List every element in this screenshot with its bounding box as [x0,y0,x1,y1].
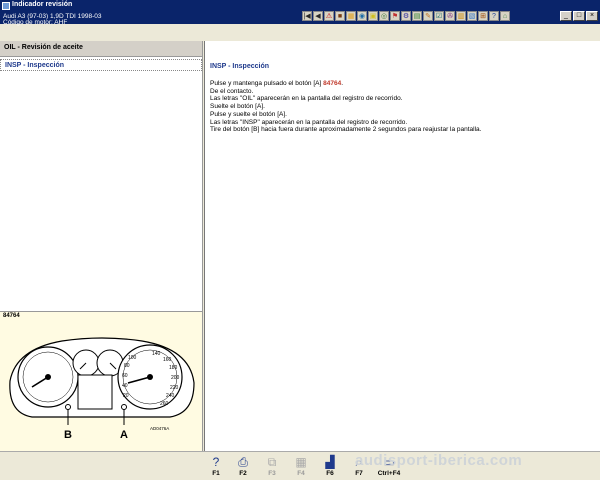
window-controls: _ □ × [560,11,598,21]
dial-label: 40 [122,383,128,389]
toolbar-button-11[interactable]: ▤ [412,11,422,21]
maximize-button[interactable]: □ [573,11,585,21]
figure-reference-link[interactable]: 84764 [323,80,341,87]
toolbar-button-7[interactable]: ▣ [368,11,378,21]
watermark: audisport-iberica.com [355,452,523,469]
toolbar-button-8[interactable]: ◎ [379,11,389,21]
instruction-line: Pulse y suelte el botón [A]. [210,110,287,118]
fkey-label: F4 [297,470,305,477]
toolbar-button-18[interactable]: ? [489,11,499,21]
toolbar-button-3[interactable]: ⚠ [324,11,334,21]
toolbar-button-12[interactable]: ✎ [423,11,433,21]
figure-code: AD0476A [150,426,169,431]
title-bar: Indicador revisión Audi A3 (97-03) 1,9D … [0,0,600,26]
instruction-line: Las letras "OIL" aparecerán en la pantal… [210,95,403,103]
fkey-label: F3 [268,470,276,477]
instruction-text-end: . [341,80,343,87]
instruction-line: Pulse y mantenga pulsado el botón [A] 84… [210,80,595,88]
instruction-line: Tire del botón [B] hacia fuera durante a… [210,126,482,134]
toolbar-button-19[interactable]: ⌂ [500,11,510,21]
toolbar-button-9[interactable]: ⚑ [390,11,400,21]
instruction-line: Suelte el botón [A]. [210,103,265,111]
graph-icon: ▟ [325,455,335,469]
instruction-text: Pulse y mantenga pulsado el botón [A] [210,80,324,87]
instrument-cluster-illustration: 100 80 60 40 20 140 160 180 200 220 240 … [9,337,195,441]
instruction-line: Las letras "INSP" aparecerán en la panta… [210,118,408,126]
toolbar-button-13[interactable]: ☑ [434,11,444,21]
button-a-label: A [120,429,128,441]
dial-label: 240 [166,393,175,399]
fkey-label: F6 [326,470,334,477]
illustration-reference: 84764 [3,313,20,319]
fkey-label: F7 [355,470,363,477]
fkey-f6[interactable]: ▟ F6 [317,454,343,480]
navigation-panel: OIL - Revisión de aceite INSP - Inspecci… [0,41,203,311]
copy-icon: ⧉ [267,454,277,469]
toolbar-button-5[interactable]: ▦ [346,11,356,21]
help-icon: ? [212,455,220,469]
toolbar-button-2[interactable]: ◀ [313,11,323,21]
toolbar-button-15[interactable]: ▥ [456,11,466,21]
dial-label: 200 [171,375,180,381]
section-header-oil[interactable]: OIL - Revisión de aceite [0,41,202,57]
dial-label: 60 [122,373,128,379]
fkey-f4[interactable]: ▦ F4 [288,454,314,480]
dial-label: 140 [152,351,161,357]
toolbar-button-4[interactable]: ■ [335,11,345,21]
window-title: Indicador revisión [12,1,73,8]
engine-code: Código de motor: AHF [3,19,68,26]
grid-icon: ▦ [295,455,307,469]
content-title: INSP - Inspección [210,63,269,70]
dial-label: 100 [128,355,137,361]
minimize-button[interactable]: _ [560,11,572,21]
print-icon: ⎙ [238,454,248,469]
fkey-label: F2 [239,470,247,477]
dial-label: 160 [163,357,172,363]
fkey-label: Ctrl+F4 [377,470,401,477]
dial-label: 180 [169,365,178,371]
dial-label: 260 [160,401,169,407]
instruction-line: De el contacto. [210,87,254,95]
close-button[interactable]: × [586,11,598,21]
dial-label: 220 [170,385,179,391]
list-item-insp[interactable]: INSP - Inspección [0,59,202,71]
toolbar-button-17[interactable]: ⊞ [478,11,488,21]
app-icon [2,2,10,10]
toolbar: |◀ ◀ ⚠ ■ ▦ ◉ ▣ ◎ ⚑ ⚙ ▤ ✎ ☑ ✇ ▥ ▧ ⊞? ⌂ [302,11,510,21]
button-b-label: B [64,429,72,441]
toolbar-button-16[interactable]: ▧ [467,11,477,21]
illustration-panel: 84764 100 80 60 40 20 140 160 180 200 22… [0,311,203,451]
content-panel: INSP - Inspección Pulse y mantenga pulsa… [204,41,600,451]
dial-label: 20 [123,393,129,399]
toolbar-button-1[interactable]: |◀ [302,11,312,21]
fkey-f1[interactable]: ? F1 [203,454,229,480]
dial-label: 80 [124,363,130,369]
fkey-label: F1 [212,470,220,477]
toolbar-button-10[interactable]: ⚙ [401,11,411,21]
toolbar-button-14[interactable]: ✇ [445,11,455,21]
toolbar-button-6[interactable]: ◉ [357,11,367,21]
fkey-f3[interactable]: ⧉ F3 [259,454,285,480]
fkey-f2[interactable]: ⎙ F2 [230,454,256,480]
